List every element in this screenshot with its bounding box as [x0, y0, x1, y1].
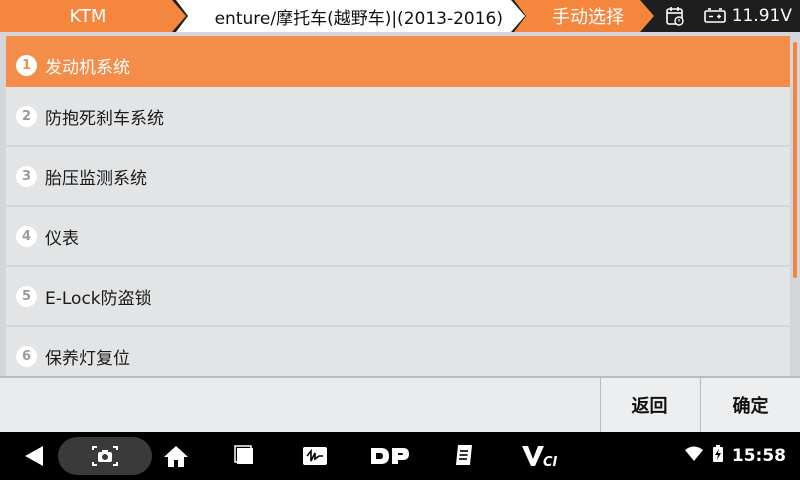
breadcrumb-mode[interactable]: 手动选择 — [514, 0, 654, 32]
item-label: 胎压监测系统 — [45, 168, 147, 189]
list-scrollbar[interactable] — [793, 42, 797, 278]
system-nav-bar: CI 15:58 — [0, 432, 800, 480]
header-status: 11.91V — [664, 0, 792, 32]
item-number-badge: 5 — [16, 285, 37, 307]
action-bar: 返回 确定 — [0, 376, 800, 432]
scope-app-icon[interactable] — [300, 440, 330, 472]
system-menu-list: 1 发动机系统 2 防抱死刹车系统 3 胎压监测系统 4 仪表 5 E-Lock… — [0, 32, 800, 376]
svg-text:CI: CI — [543, 455, 558, 469]
voltage-readout: 11.91V — [731, 6, 792, 26]
android-status-area: 15:58 — [684, 432, 786, 480]
battery-icon — [703, 8, 726, 24]
item-number-badge: 4 — [16, 225, 37, 247]
list-item-elock[interactable]: 5 E-Lock防盗锁 — [6, 267, 790, 325]
back-button[interactable]: 返回 — [600, 378, 698, 432]
item-label: E-Lock防盗锁 — [45, 288, 152, 309]
clock: 15:58 — [731, 446, 786, 466]
dp-app-icon[interactable] — [368, 440, 412, 472]
recents-icon[interactable] — [232, 440, 258, 472]
breadcrumb-brand-label: KTM — [69, 5, 107, 27]
manual-app-icon[interactable] — [450, 440, 478, 472]
back-nav-icon[interactable] — [22, 440, 46, 472]
item-number-badge: 1 — [16, 54, 37, 76]
confirm-button[interactable]: 确定 — [700, 378, 800, 432]
item-label: 保养灯复位 — [45, 348, 130, 369]
screenshot-icon[interactable] — [58, 437, 152, 475]
breadcrumb-model-label: enture/摩托车(越野车)|(2013-2016) — [214, 8, 503, 29]
list-item-tpms-system[interactable]: 3 胎压监测系统 — [6, 147, 790, 205]
list-item-service-reset[interactable]: 6 保养灯复位 — [6, 327, 790, 376]
item-label: 发动机系统 — [45, 57, 130, 78]
breadcrumb-mode-label: 手动选择 — [552, 7, 624, 28]
list-item-abs-system[interactable]: 2 防抱死刹车系统 — [6, 87, 790, 145]
header-breadcrumb-bar: KTM enture/摩托车(越野车)|(2013-2016) 手动选择 11.… — [0, 0, 800, 32]
battery-charging-icon — [712, 444, 724, 468]
item-label: 仪表 — [45, 228, 79, 249]
list-item-engine-system[interactable]: 1 发动机系统 — [6, 36, 790, 94]
item-number-badge: 6 — [16, 345, 37, 367]
item-number-badge: 3 — [16, 165, 37, 187]
vci-app-icon[interactable]: CI — [520, 440, 560, 472]
wifi-icon — [684, 446, 704, 467]
breadcrumb-model[interactable]: enture/摩托车(越野车)|(2013-2016) — [176, 0, 525, 32]
breadcrumb-brand[interactable]: KTM — [0, 0, 186, 32]
item-label: 防抱死刹车系统 — [45, 108, 164, 129]
home-icon[interactable] — [162, 440, 190, 472]
item-number-badge: 2 — [16, 105, 37, 127]
calendar-icon[interactable] — [664, 5, 686, 27]
list-item-instrument[interactable]: 4 仪表 — [6, 207, 790, 265]
